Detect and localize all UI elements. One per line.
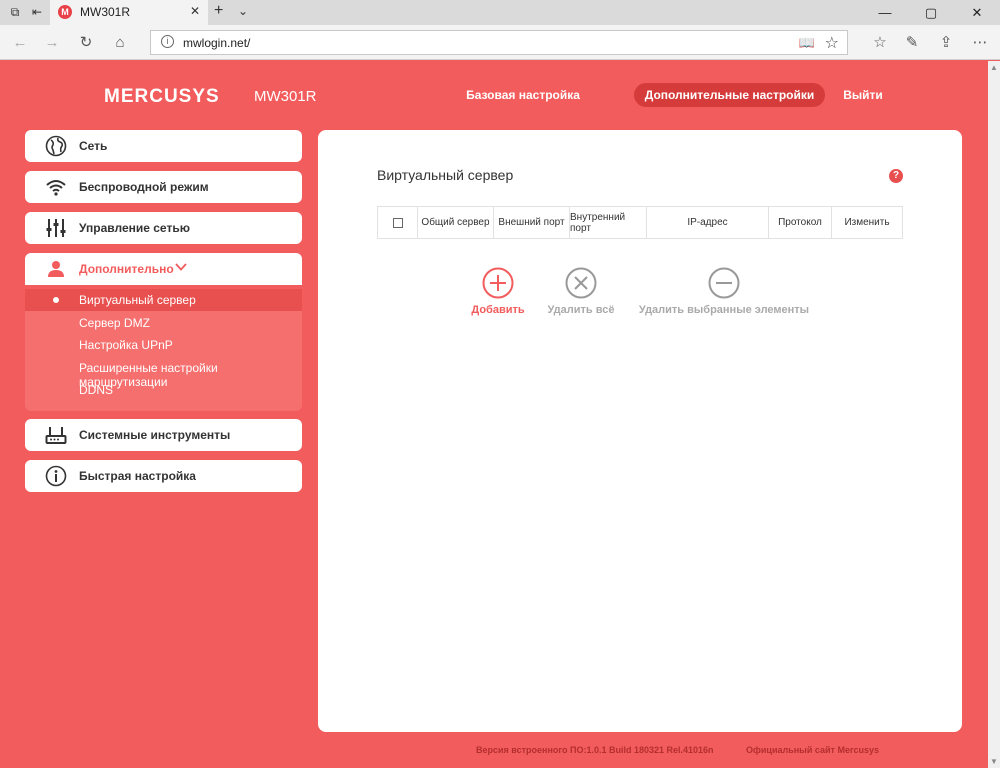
reading-view-icon[interactable]: 📖	[799, 35, 815, 51]
model-name: MW301R	[254, 88, 317, 105]
share-icon[interactable]: ⇪	[936, 33, 956, 53]
sidebar-item-system-tools[interactable]: Системные инструменты	[25, 419, 302, 451]
sidebar-item-label: Быстрая настройка	[79, 469, 196, 483]
browser-tab-bar: ⧉ ⇤ M MW301R ✕ + ⌄ — ▢ ✕	[0, 0, 1000, 25]
refresh-icon[interactable]: ↻	[76, 33, 96, 53]
maximize-button[interactable]: ▢	[908, 0, 954, 25]
delete-selected-button[interactable]: Удалить выбранные элементы	[632, 267, 816, 316]
sidebar-item-wireless[interactable]: Беспроводной режим	[25, 171, 302, 203]
nav-basic-settings[interactable]: Базовая настройка	[458, 83, 588, 107]
user-icon	[48, 261, 64, 277]
chevron-down-icon	[175, 263, 187, 271]
scroll-down-icon[interactable]: ▼	[990, 757, 998, 766]
sidebar-item-quick-setup[interactable]: Быстрая настройка	[25, 460, 302, 492]
submenu-item-upnp[interactable]: Настройка UPnP	[25, 334, 302, 356]
nav-logout[interactable]: Выйти	[834, 83, 892, 107]
page-title: Виртуальный сервер	[377, 167, 514, 183]
address-bar[interactable]: i mwlogin.net/ 📖 ☆	[150, 30, 848, 55]
favorites-icon[interactable]: ☆	[870, 33, 890, 53]
info-icon	[45, 465, 67, 487]
minimize-button[interactable]: —	[862, 0, 908, 25]
help-icon[interactable]: ?	[889, 169, 903, 183]
favorite-star-icon[interactable]: ☆	[825, 33, 839, 53]
column-header: Общий сервер	[418, 207, 494, 238]
column-header: IP-адрес	[647, 207, 769, 238]
more-menu-icon[interactable]: ⋯	[970, 33, 990, 53]
window-controls: — ▢ ✕	[862, 0, 1000, 25]
sidebar-item-network[interactable]: Сеть	[25, 130, 302, 162]
firmware-version: Версия встроенного ПО:1.0.1 Build 180321…	[476, 745, 714, 755]
wifi-icon	[46, 180, 66, 196]
sidebar-item-label: Сеть	[79, 139, 108, 153]
back-tabs-icon[interactable]: ⇤	[28, 4, 46, 20]
x-circle-icon	[565, 267, 597, 299]
sidebar-item-label: Управление сетью	[79, 221, 190, 235]
virtual-server-table: Общий сервер Внешний порт Внутренний пор…	[377, 206, 903, 239]
submenu-item-virtual-server[interactable]: Виртуальный сервер	[25, 289, 302, 311]
site-info-icon[interactable]: i	[161, 35, 174, 48]
sidebar-item-label: Дополнительно	[79, 262, 174, 276]
delete-all-button[interactable]: Удалить всё	[541, 267, 621, 316]
column-header: Изменить	[844, 217, 890, 228]
sidebar-item-network-control[interactable]: Управление сетью	[25, 212, 302, 244]
router-icon	[45, 427, 67, 444]
tab-close-icon[interactable]: ✕	[190, 4, 200, 18]
vertical-scrollbar[interactable]: ▲ ▼	[988, 61, 1000, 768]
select-all-checkbox[interactable]	[392, 217, 403, 228]
new-tab-icon[interactable]: +	[214, 2, 223, 20]
globe-icon	[45, 135, 67, 157]
delete-selected-label: Удалить выбранные элементы	[638, 304, 810, 316]
submenu-item-ddns[interactable]: DDNS	[25, 379, 302, 401]
browser-tab[interactable]: M MW301R ✕	[50, 0, 208, 25]
brand-logo: MERCUSYS	[104, 86, 220, 107]
scroll-up-icon[interactable]: ▲	[990, 63, 998, 72]
submenu-item-dmz[interactable]: Сервер DMZ	[25, 312, 302, 334]
router-app: MERCUSYS MW301R Базовая настройка Дополн…	[0, 61, 988, 768]
plus-circle-icon	[482, 267, 514, 299]
sidebar-item-advanced[interactable]: Дополнительно	[25, 253, 302, 285]
submenu-item-label: Настройка UPnP	[79, 338, 173, 352]
submenu-item-label: Сервер DMZ	[79, 316, 150, 330]
content-panel: Виртуальный сервер ? Общий сервер Внешни…	[318, 130, 962, 732]
delete-all-label: Удалить всё	[547, 304, 615, 316]
home-icon[interactable]: ⌂	[110, 33, 130, 53]
column-header: Протокол	[769, 207, 832, 238]
pen-icon[interactable]: ✎	[902, 33, 922, 53]
column-header: Внешний порт	[494, 207, 570, 238]
advanced-submenu: Виртуальный сервер Сервер DMZ Настройка …	[25, 289, 302, 411]
minus-circle-icon	[708, 267, 740, 299]
forward-arrow-icon[interactable]: →	[42, 33, 62, 53]
tab-list-chevron-icon[interactable]: ⌄	[238, 4, 248, 18]
select-all-cell	[378, 207, 418, 238]
tab-actions-icon[interactable]: ⧉	[6, 4, 24, 20]
tab-title: MW301R	[80, 5, 131, 19]
add-button[interactable]: Добавить	[466, 267, 530, 316]
active-dot-icon	[53, 297, 59, 303]
sidebar-item-label: Беспроводной режим	[79, 180, 209, 194]
submenu-item-label: Виртуальный сервер	[79, 293, 196, 307]
address-url[interactable]: mwlogin.net/	[183, 36, 250, 50]
mercusys-favicon-icon: M	[58, 5, 72, 19]
submenu-item-routing[interactable]: Расширенные настройки маршрутизации	[25, 357, 302, 389]
official-site-link[interactable]: Официальный сайт Mercusys	[746, 745, 879, 755]
browser-nav-bar: ← → ↻ ⌂ i mwlogin.net/ 📖 ☆ ☆ ✎ ⇪ ⋯	[0, 25, 1000, 60]
submenu-item-label: DDNS	[79, 383, 114, 397]
back-arrow-icon[interactable]: ←	[10, 33, 30, 53]
column-header: Внутренний порт	[570, 207, 647, 238]
add-label: Добавить	[471, 304, 525, 316]
close-window-button[interactable]: ✕	[954, 0, 1000, 25]
sliders-icon	[46, 219, 66, 237]
sidebar-item-label: Системные инструменты	[79, 428, 231, 442]
nav-advanced-settings[interactable]: Дополнительные настройки	[634, 83, 825, 107]
